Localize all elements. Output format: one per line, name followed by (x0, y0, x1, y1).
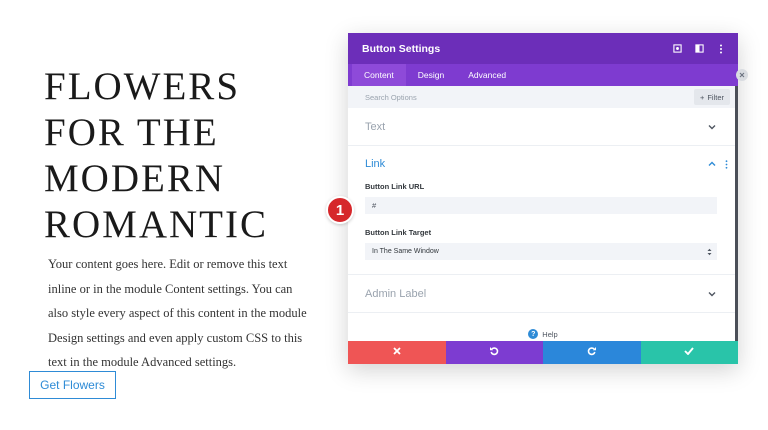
plus-icon: + (699, 92, 705, 102)
check-icon (684, 347, 694, 358)
columns-icon[interactable] (694, 44, 704, 54)
hero-body-text: Your content goes here. Edit or remove t… (48, 257, 307, 369)
get-flowers-button[interactable]: Get Flowers (29, 371, 116, 399)
hero-title-line: ROMANTIC (44, 203, 269, 246)
admin-label-section-toggle[interactable]: Admin Label (348, 275, 738, 312)
close-icon[interactable] (736, 69, 748, 81)
more-vertical-icon[interactable] (725, 146, 728, 182)
header-actions (672, 33, 726, 64)
scrollbar[interactable] (735, 86, 738, 346)
select-value: In The Same Window (372, 248, 439, 255)
hero-title-line: FOR THE (44, 111, 219, 154)
section-title: Link (365, 158, 386, 170)
redo-button[interactable] (543, 341, 641, 364)
modal-title: Button Settings (362, 42, 441, 55)
tab-content[interactable]: Content (352, 64, 406, 86)
chevron-down-icon (708, 275, 716, 312)
link-section: Link Button Link URL Button Link Target … (348, 146, 738, 275)
step-badge: 1 (326, 196, 354, 224)
button-link-url-input[interactable] (365, 197, 717, 214)
link-section-toggle[interactable]: Link (348, 146, 738, 182)
cancel-button[interactable] (348, 341, 446, 364)
undo-button[interactable] (445, 341, 543, 364)
chevron-up-icon (708, 146, 716, 182)
search-row: + Filter (348, 86, 738, 108)
search-options-input[interactable] (365, 92, 565, 102)
target-icon[interactable] (672, 44, 682, 54)
help-icon: ? (528, 329, 539, 339)
hero-title-line: MODERN (44, 157, 226, 200)
filter-label: Filter (707, 92, 724, 102)
help-label: Help (542, 329, 558, 339)
section-title: Text (365, 120, 386, 133)
help-link[interactable]: ? Help (348, 327, 738, 341)
redo-icon (587, 346, 597, 359)
modal-footer (348, 341, 738, 364)
section-title: Admin Label (365, 287, 427, 300)
more-vertical-icon[interactable] (716, 44, 726, 54)
updown-arrows-icon (707, 243, 712, 260)
undo-icon (489, 346, 499, 359)
text-section: Text (348, 108, 738, 146)
chevron-down-icon (708, 108, 716, 145)
save-button[interactable] (640, 341, 738, 364)
tab-design[interactable]: Design (406, 64, 456, 86)
hero-title-line: FLOWERS (44, 65, 241, 108)
button-link-target-select[interactable]: In The Same Window (365, 243, 717, 260)
modal-header: Button Settings (348, 33, 738, 64)
text-section-toggle[interactable]: Text (348, 108, 738, 145)
button-settings-modal: Button Settings Content Design Advanced … (348, 33, 738, 364)
button-link-target-label: Button Link Target (365, 228, 432, 237)
tab-advanced[interactable]: Advanced (456, 64, 518, 86)
admin-label-section: Admin Label (348, 275, 738, 313)
settings-tabs: Content Design Advanced (348, 64, 738, 86)
filter-button[interactable]: + Filter (693, 89, 730, 105)
button-link-url-label: Button Link URL (365, 182, 425, 191)
hero-title: FLOWERS FOR THE MODERN ROMANTIC (44, 64, 334, 248)
close-icon (393, 347, 401, 358)
